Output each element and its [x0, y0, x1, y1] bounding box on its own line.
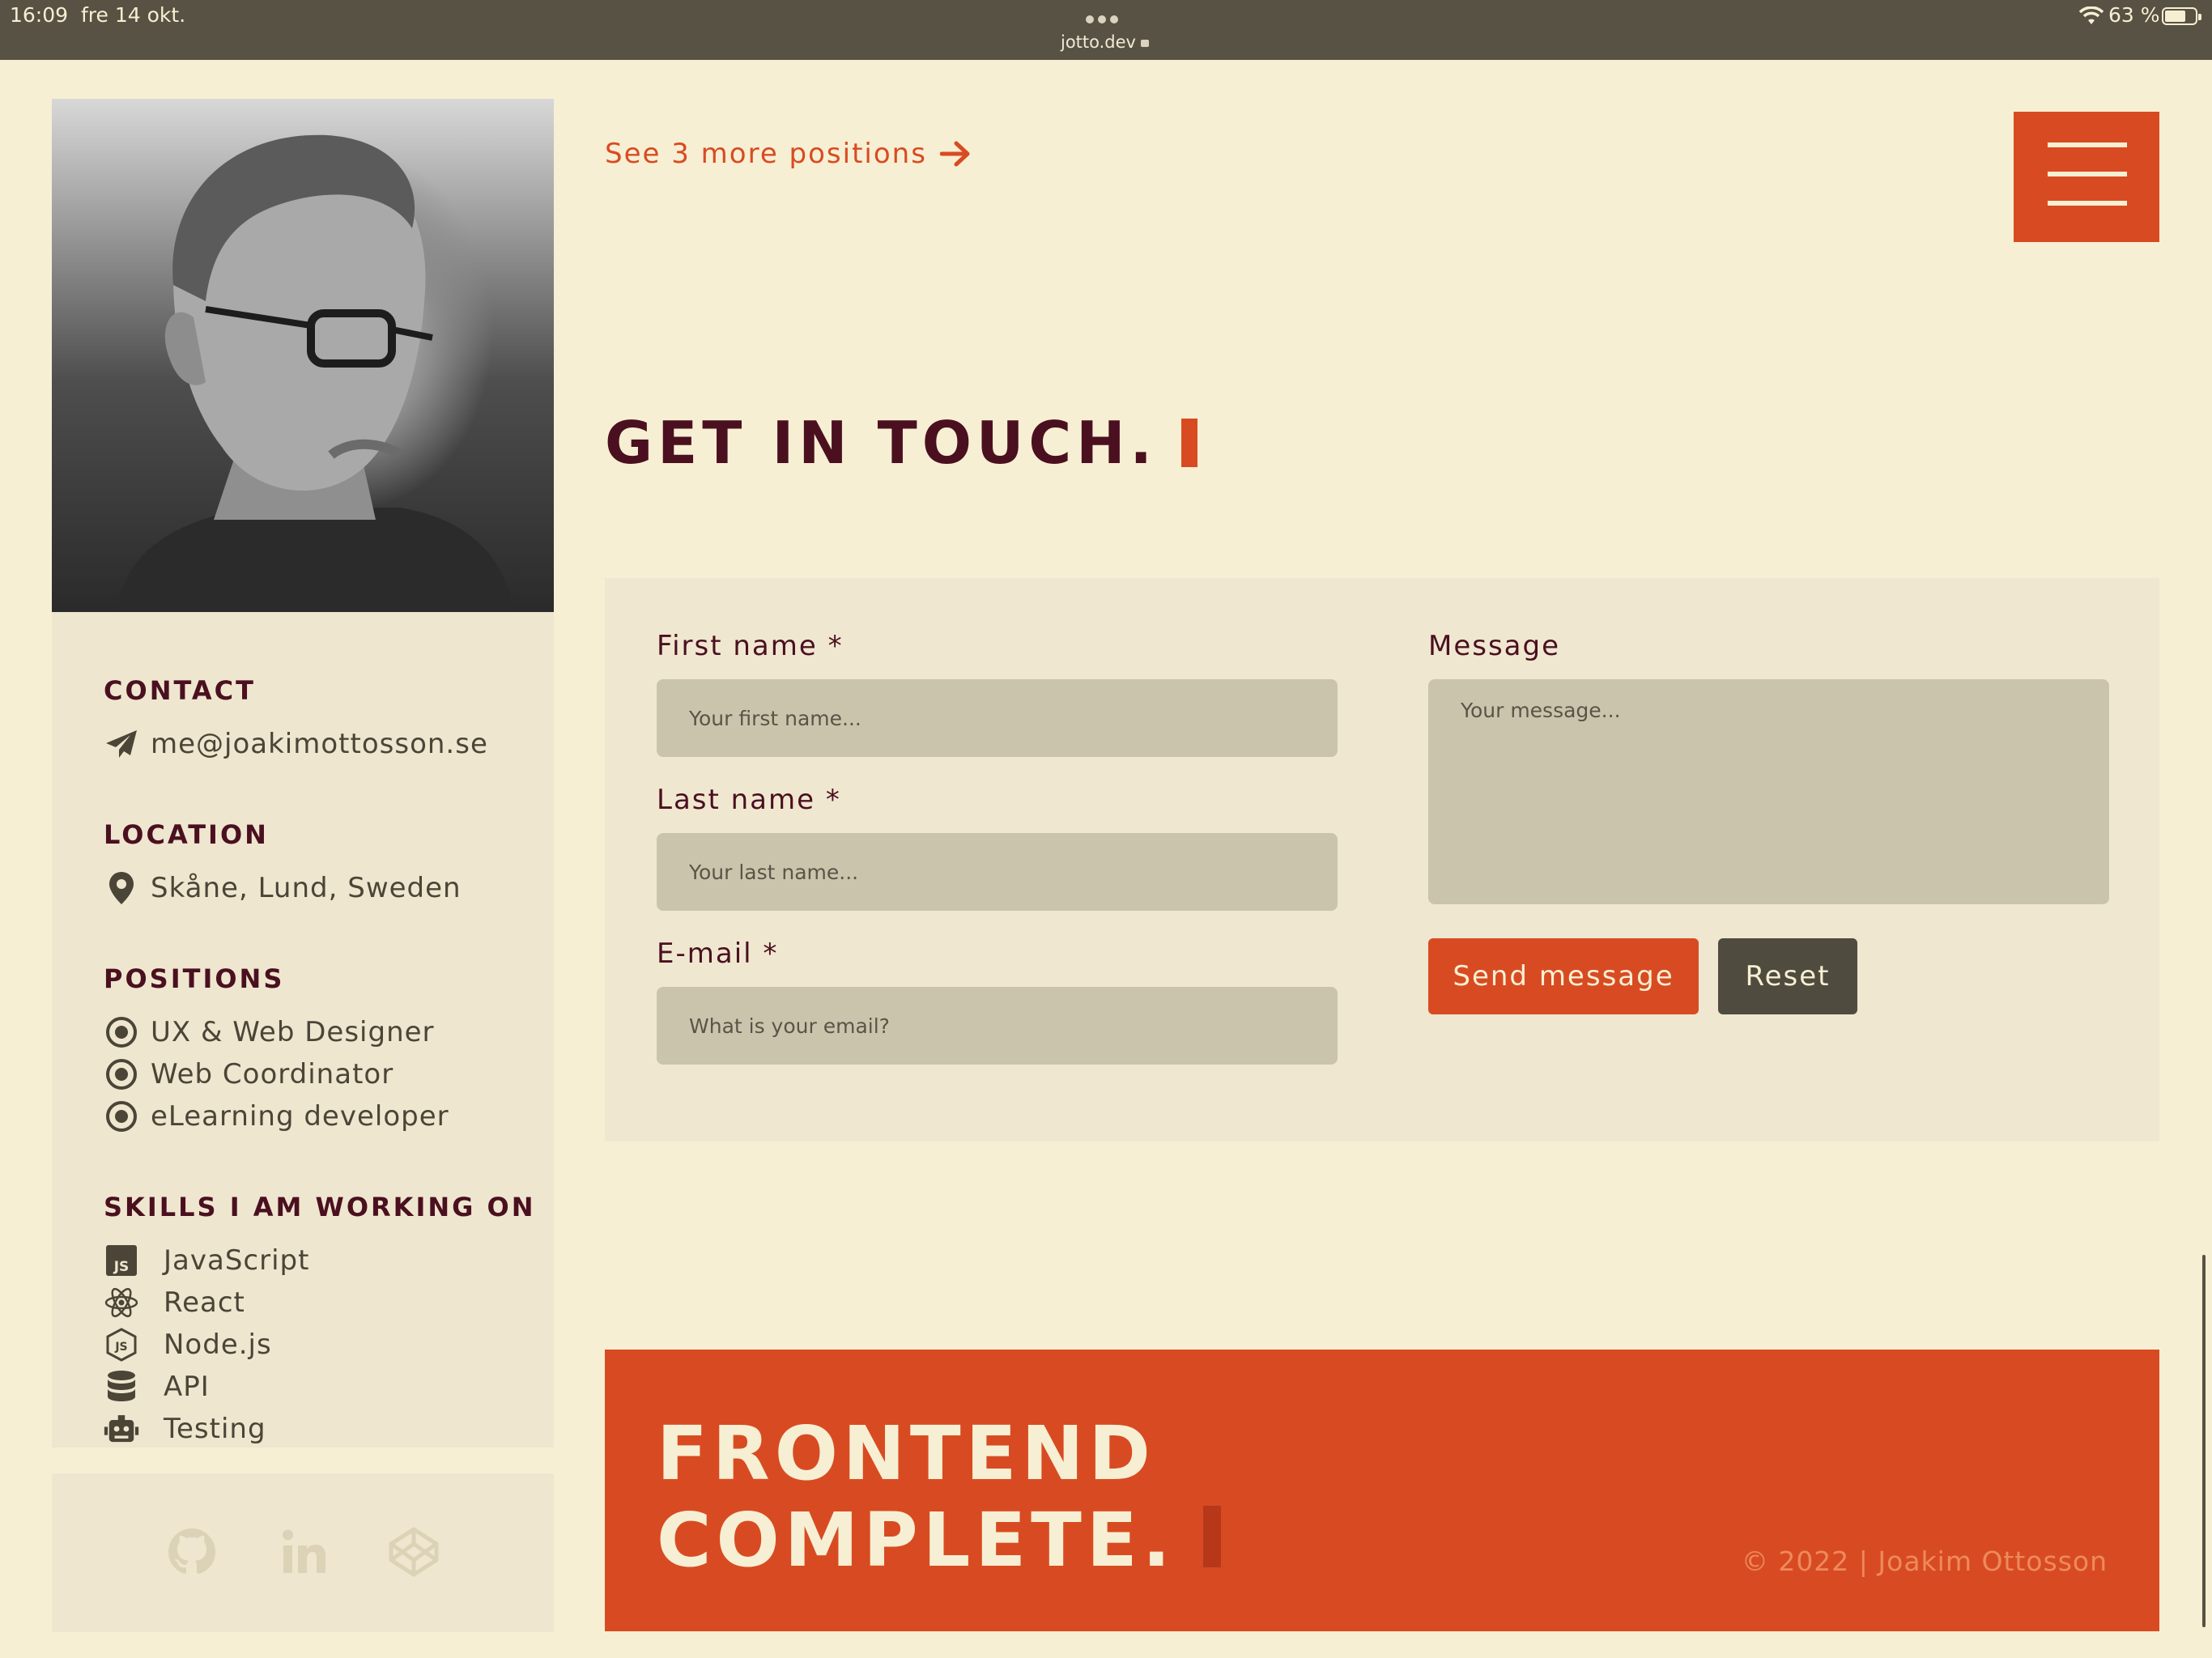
- position-item: eLearning developer: [104, 1098, 449, 1135]
- position-item: Web Coordinator: [104, 1056, 393, 1093]
- skills-heading: SKILLS I AM WORKING ON: [104, 1192, 536, 1222]
- position-item: UX & Web Designer: [104, 1014, 435, 1051]
- skill-label: React: [164, 1286, 245, 1319]
- get-in-touch-heading: GET IN TOUCH.: [605, 409, 1157, 477]
- github-icon[interactable]: [164, 1524, 220, 1580]
- lock-icon: [1140, 40, 1149, 47]
- last-name-input[interactable]: Your last name...: [657, 833, 1338, 911]
- robot-icon: [104, 1411, 139, 1447]
- social-links-card: [52, 1473, 554, 1632]
- send-message-button[interactable]: Send message: [1428, 938, 1699, 1014]
- copyright-text: © 2022 | Joakim Ottosson: [1741, 1545, 2108, 1577]
- footer-line-2: COMPLETE.: [657, 1497, 1176, 1584]
- message-label: Message: [1428, 630, 1561, 662]
- email-label: E-mail *: [657, 937, 779, 970]
- radio-dot-icon: [104, 1056, 139, 1092]
- paper-plane-icon: [104, 726, 139, 762]
- position-label: Web Coordinator: [151, 1058, 394, 1090]
- message-textarea[interactable]: Your message...: [1428, 679, 2109, 904]
- linkedin-icon[interactable]: [276, 1524, 333, 1580]
- profile-photo: [52, 99, 554, 612]
- location-heading: LOCATION: [104, 819, 269, 850]
- location-value: Skåne, Lund, Sweden: [151, 872, 462, 904]
- radio-dot-icon: [104, 1099, 139, 1134]
- svg-text:JS: JS: [113, 1259, 130, 1275]
- database-icon: [104, 1369, 139, 1405]
- scrollbar[interactable]: [2202, 1255, 2206, 1627]
- skill-label: Node.js: [164, 1329, 272, 1361]
- skill-label: JavaScript: [164, 1244, 310, 1277]
- skill-label: Testing: [164, 1413, 266, 1445]
- react-icon: [104, 1285, 139, 1320]
- footer-line-2-wrap: COMPLETE.: [657, 1503, 1221, 1578]
- skill-item: JS Node.js: [104, 1326, 272, 1363]
- more-dots-icon[interactable]: [1086, 11, 1126, 24]
- codepen-icon[interactable]: [385, 1524, 442, 1580]
- footer-banner: FRONTEND COMPLETE. © 2022 | Joakim Ottos…: [605, 1350, 2159, 1631]
- contact-email-row[interactable]: me@joakimottosson.se: [104, 725, 488, 763]
- skill-item: Testing: [104, 1410, 266, 1448]
- see-more-positions-link[interactable]: See 3 more positions: [605, 138, 971, 170]
- skill-item: React: [104, 1284, 245, 1321]
- footer-line-1: FRONTEND: [657, 1410, 1155, 1497]
- wifi-icon: [2079, 6, 2104, 24]
- arrow-right-icon: [939, 141, 970, 167]
- reset-button[interactable]: Reset: [1718, 938, 1857, 1014]
- nodejs-icon: JS: [104, 1327, 139, 1363]
- cursor-accent: [1202, 1506, 1221, 1567]
- page-title: GET IN TOUCH.: [605, 409, 1197, 477]
- radio-dot-icon: [104, 1014, 139, 1050]
- position-label: eLearning developer: [151, 1100, 449, 1133]
- profile-info-card: CONTACT me@joakimottosson.se LOCATION Sk…: [52, 612, 554, 1448]
- first-name-input[interactable]: Your first name...: [657, 679, 1338, 757]
- skill-item: JS JavaScript: [104, 1242, 309, 1279]
- status-date: fre 14 okt.: [81, 3, 186, 27]
- last-name-label: Last name *: [657, 784, 841, 816]
- ios-status-bar: 16:09 fre 14 okt. jotto.dev 63 %: [0, 0, 2212, 60]
- address-bar-url[interactable]: jotto.dev: [1061, 32, 1149, 52]
- email-input[interactable]: What is your email?: [657, 987, 1338, 1065]
- status-time: 16:09: [10, 3, 69, 27]
- contact-heading: CONTACT: [104, 675, 256, 706]
- first-name-label: First name *: [657, 630, 844, 662]
- svg-text:JS: JS: [114, 1341, 127, 1354]
- battery-percent: 63 %: [2108, 3, 2160, 27]
- menu-button[interactable]: [2014, 112, 2159, 242]
- skill-label: API: [164, 1371, 210, 1403]
- position-label: UX & Web Designer: [151, 1016, 435, 1048]
- battery-icon: [2162, 7, 2201, 25]
- cursor-accent: [1180, 419, 1197, 467]
- javascript-icon: JS: [104, 1243, 139, 1278]
- see-more-label[interactable]: See 3 more positions: [605, 138, 927, 170]
- map-pin-icon: [104, 870, 139, 906]
- contact-email[interactable]: me@joakimottosson.se: [151, 728, 488, 760]
- positions-heading: POSITIONS: [104, 963, 285, 994]
- skill-item: API: [104, 1368, 210, 1405]
- location-row: Skåne, Lund, Sweden: [104, 869, 462, 907]
